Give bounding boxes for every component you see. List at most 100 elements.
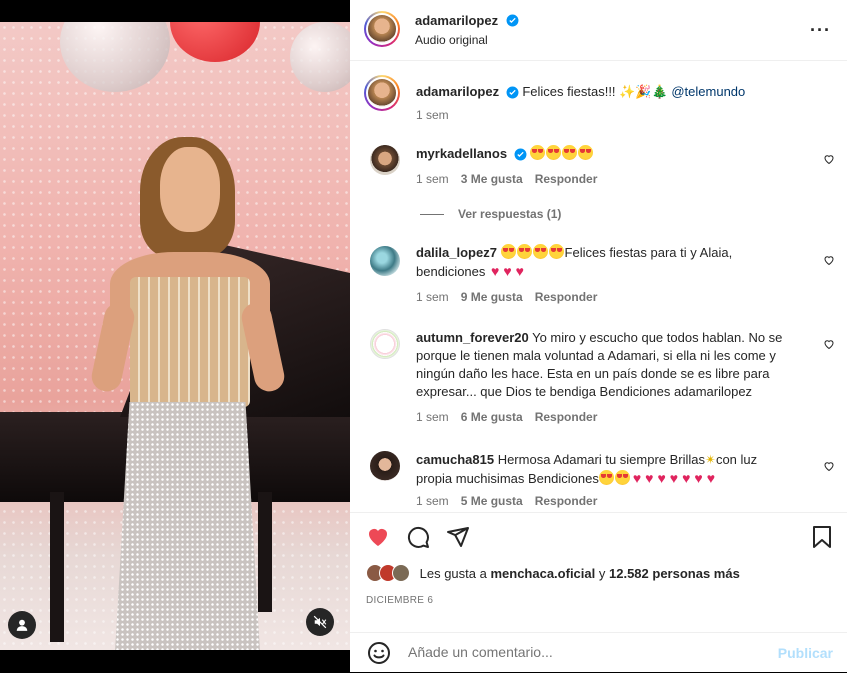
- heart-eyes-emoji-icon: [614, 470, 630, 485]
- liker-avatar: [392, 564, 410, 582]
- tagged-user-button[interactable]: [8, 611, 36, 639]
- view-replies-label: Ver respuestas (1): [458, 207, 562, 221]
- verified-badge-icon: [506, 14, 519, 27]
- comment-username[interactable]: myrkadellanos: [416, 146, 507, 161]
- piano-leg: [258, 492, 272, 612]
- reply-button[interactable]: Responder: [535, 290, 598, 304]
- replies-divider: [420, 214, 444, 216]
- heart-eyes-emoji-icon: [548, 244, 564, 259]
- heart-eyes-emoji-icon: [530, 145, 546, 160]
- red-heart-emoji-icon: ♥: [491, 263, 500, 279]
- heart-eyes-emoji-icon: [516, 244, 532, 259]
- party-popper-emoji-icon: 🎉: [635, 84, 652, 99]
- verified-badge-icon: [506, 86, 519, 99]
- like-heart-icon[interactable]: [366, 525, 390, 549]
- add-comment-bar: Publicar: [350, 632, 847, 673]
- audio-label[interactable]: Audio original: [415, 33, 488, 47]
- mute-button[interactable]: [306, 608, 334, 636]
- avatar[interactable]: [370, 145, 400, 175]
- speaker-muted-icon: [313, 615, 327, 629]
- post-header: adamarilopez Audio original ···: [350, 0, 847, 61]
- comment-item: autumn_forever20 Yo miro y escucho que t…: [350, 329, 847, 429]
- reply-button[interactable]: Responder: [535, 494, 598, 508]
- like-comment-heart-icon[interactable]: [823, 254, 835, 266]
- red-heart-emoji-icon: ♥: [503, 263, 512, 279]
- caption-time: 1 sem: [416, 108, 449, 122]
- comment-text: Yo miro y escucho que todos hablan. No s…: [532, 330, 783, 345]
- person-dress-skirt: [115, 402, 260, 650]
- comment-likes[interactable]: 3 Me gusta: [461, 172, 523, 186]
- more-options-button[interactable]: ···: [810, 20, 831, 41]
- avatar[interactable]: [370, 451, 400, 481]
- like-comment-heart-icon[interactable]: [823, 460, 835, 472]
- heart-eyes-emoji-icon: [500, 244, 516, 259]
- comment-likes[interactable]: 6 Me gusta: [461, 410, 523, 424]
- video-frame[interactable]: [0, 22, 350, 650]
- red-heart-emoji-icon: ♥: [515, 263, 524, 279]
- comment-text: bendiciones: [416, 264, 486, 279]
- caption-text: Felices fiestas!!!: [522, 84, 616, 99]
- avatar: [368, 79, 396, 107]
- post-panel: adamarilopez Audio original ··· adamaril…: [350, 0, 847, 672]
- comment-text: ningún daño les hace. Esta en un país do…: [416, 366, 770, 381]
- comment-icon[interactable]: [406, 525, 430, 549]
- avatar[interactable]: [370, 246, 400, 276]
- avatar: [368, 15, 396, 43]
- comments-list[interactable]: adamarilopez Felices fiestas!!! ✨🎉🎄 @tel…: [350, 61, 847, 512]
- comment-username[interactable]: autumn_forever20: [416, 330, 529, 345]
- comment-text: Felices fiestas para ti y Alaia,: [564, 245, 733, 260]
- caption-username[interactable]: adamarilopez: [416, 84, 499, 99]
- emoji-picker-icon[interactable]: [367, 641, 391, 665]
- likes-prefix: Les gusta a: [419, 566, 487, 581]
- comment-text: propia muchisimas Bendiciones: [416, 471, 599, 486]
- sparkles-emoji-icon: ✨: [619, 84, 636, 99]
- comment-item: camucha815 Hermosa Adamari tu siempre Br…: [350, 451, 847, 512]
- comment-text: Hermosa Adamari tu siempre Brillas: [497, 452, 706, 467]
- heart-eyes-emoji-icon: [578, 145, 594, 160]
- heart-eyes-emoji-icon: [546, 145, 562, 160]
- person-face: [160, 147, 220, 232]
- comment-text: expresar... que Dios te bendiga Bendicio…: [416, 384, 753, 399]
- header-username[interactable]: adamarilopez: [415, 13, 498, 28]
- heart-eyes-emoji-icon: [598, 470, 614, 485]
- christmas-tree-emoji-icon: 🎄: [651, 84, 668, 99]
- comment-likes[interactable]: 5 Me gusta: [461, 494, 523, 508]
- comment-item: myrkadellanos 1 sem 3 Me gusta Responder: [350, 145, 847, 195]
- heart-eyes-emoji-icon: [532, 244, 548, 259]
- user-icon: [16, 619, 28, 631]
- like-comment-heart-icon[interactable]: [823, 153, 835, 165]
- red-heart-emoji-icon: ♥: [682, 470, 691, 486]
- more-horizontal-icon: ···: [810, 20, 831, 40]
- like-comment-heart-icon[interactable]: [823, 338, 835, 350]
- red-heart-emoji-icon: ♥: [632, 470, 642, 486]
- comment-item: dalila_lopez7 Felices fiestas para ti y …: [350, 244, 847, 304]
- red-heart-emoji-icon: ♥: [645, 470, 654, 486]
- post-date[interactable]: DICIEMBRE 6: [366, 595, 433, 606]
- comment-time: 1 sem: [416, 172, 449, 186]
- publish-button[interactable]: Publicar: [778, 645, 833, 661]
- action-bar: [350, 512, 847, 561]
- verified-badge-icon: [514, 148, 527, 161]
- comment-username[interactable]: camucha815: [416, 452, 494, 467]
- likes-user[interactable]: menchaca.oficial: [490, 566, 595, 581]
- likes-count[interactable]: 12.582 personas más: [609, 566, 740, 581]
- comment-time: 1 sem: [416, 494, 449, 508]
- red-heart-emoji-icon: ♥: [706, 470, 715, 486]
- comment-username[interactable]: dalila_lopez7: [416, 245, 497, 260]
- avatar[interactable]: [370, 329, 400, 359]
- likes-summary[interactable]: Les gusta a menchaca.oficial y 12.582 pe…: [366, 564, 740, 582]
- save-bookmark-icon[interactable]: [811, 525, 833, 549]
- comment-likes[interactable]: 9 Me gusta: [461, 290, 523, 304]
- comment-input[interactable]: [406, 643, 750, 661]
- post-media[interactable]: [0, 0, 350, 672]
- story-ring[interactable]: [364, 75, 400, 111]
- reply-button[interactable]: Responder: [535, 172, 598, 186]
- reply-button[interactable]: Responder: [535, 410, 598, 424]
- caption-mention[interactable]: @telemundo: [671, 84, 745, 99]
- caption: adamarilopez Felices fiestas!!! ✨🎉🎄 @tel…: [350, 75, 847, 135]
- share-send-icon[interactable]: [446, 525, 470, 549]
- view-replies-button[interactable]: Ver respuestas (1): [420, 207, 561, 221]
- story-ring[interactable]: [364, 11, 400, 47]
- red-heart-emoji-icon: ♥: [657, 470, 666, 486]
- comment-text: porque le tienen mala voluntad a Adamari…: [416, 348, 776, 363]
